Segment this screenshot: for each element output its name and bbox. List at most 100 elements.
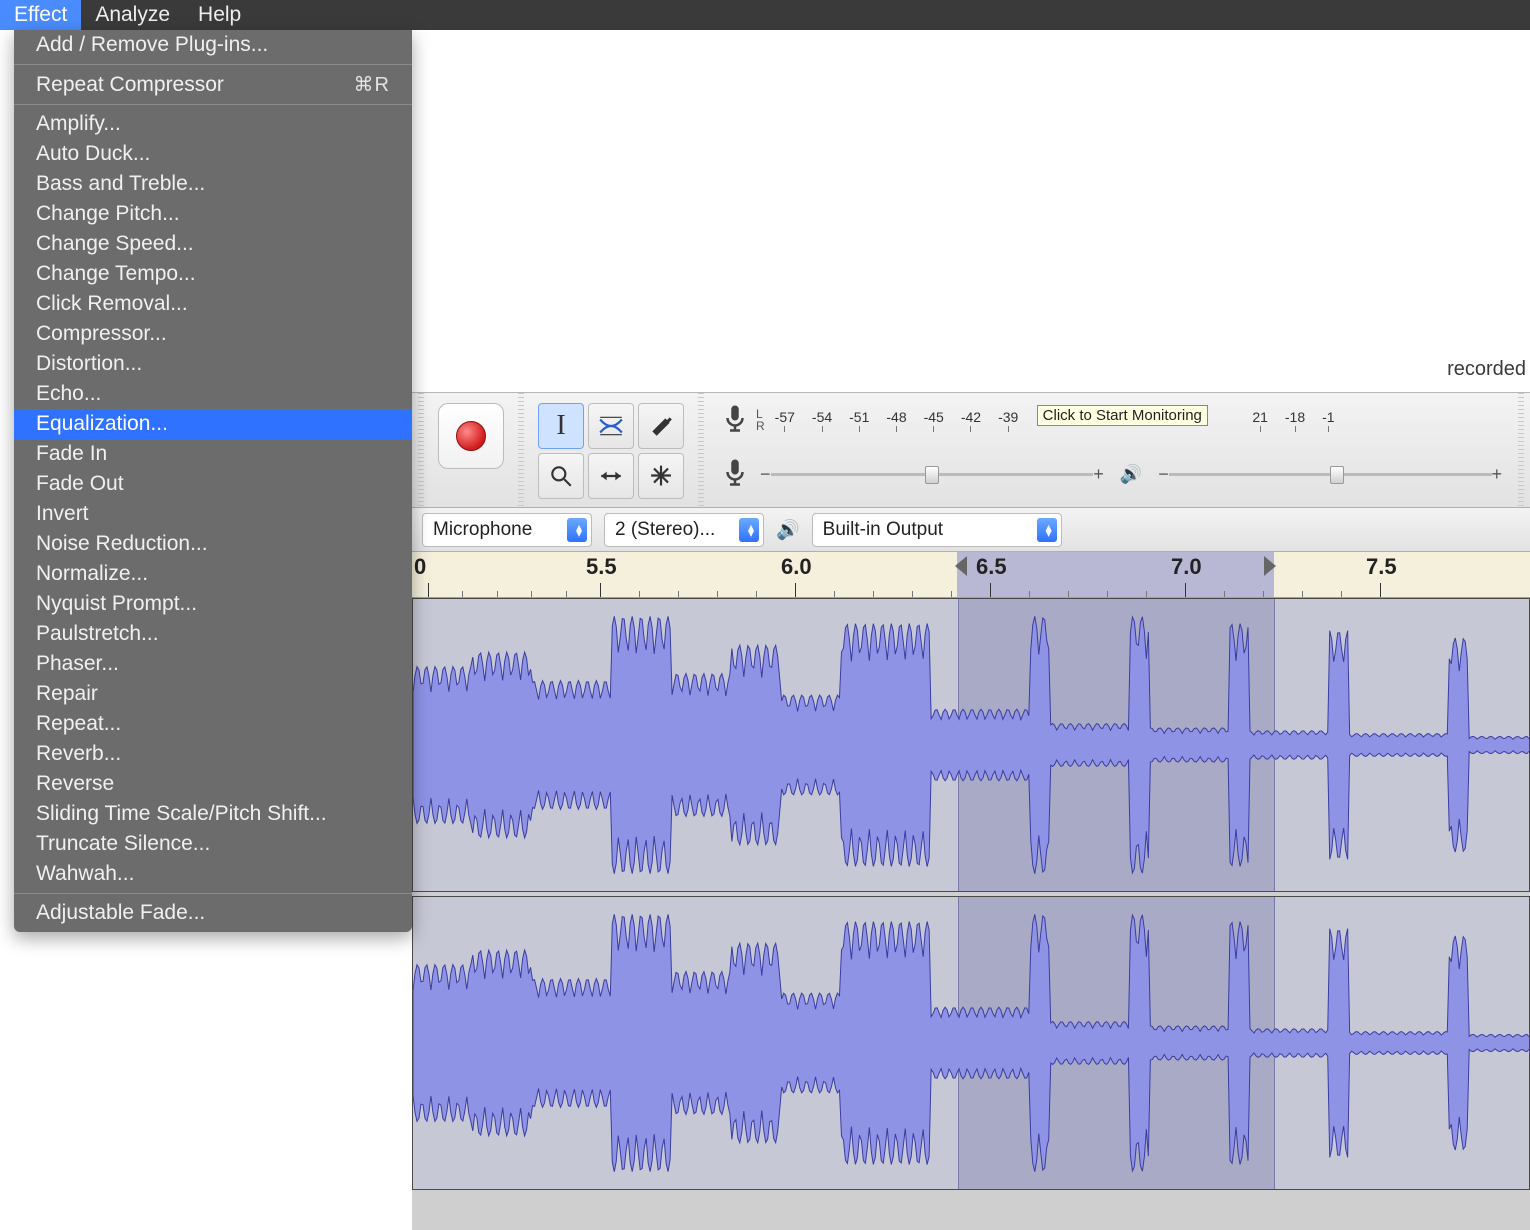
- timeshift-tool-icon: [598, 463, 624, 489]
- menu-item-repeat-last[interactable]: Repeat Compressor ⌘R: [14, 69, 412, 100]
- menu-item-compressor[interactable]: Compressor...: [14, 319, 412, 349]
- toolbar-grip[interactable]: [418, 393, 424, 507]
- waveform-channel-left[interactable]: [412, 598, 1530, 892]
- menu-item-label: Paulstretch...: [36, 622, 159, 646]
- device-toolbar: Microphone ▴▾ 2 (Stereo)... ▴▾ 🔊 Built-i…: [412, 508, 1530, 552]
- menu-help[interactable]: Help: [184, 0, 255, 30]
- menu-item-auto-duck[interactable]: Auto Duck...: [14, 139, 412, 169]
- window-title: recorded: [1416, 358, 1526, 381]
- slider-thumb[interactable]: [1330, 466, 1344, 484]
- menu-item-equalization[interactable]: Equalization...: [14, 409, 412, 439]
- recording-meter-scale[interactable]: -57-54-51-48-45-42-39Click to Start Moni…: [775, 409, 1502, 432]
- menu-item-change-pitch[interactable]: Change Pitch...: [14, 199, 412, 229]
- db-tick: -54: [812, 409, 832, 432]
- menu-item-fade-in[interactable]: Fade In: [14, 439, 412, 469]
- ruler-tick-label: 6.0: [781, 554, 812, 580]
- db-tick: -39: [998, 409, 1018, 432]
- db-tick: -57: [775, 409, 795, 432]
- menu-item-invert[interactable]: Invert: [14, 499, 412, 529]
- recording-volume-slider[interactable]: − +: [760, 460, 1104, 488]
- db-tick: -51: [849, 409, 869, 432]
- menu-item-change-tempo[interactable]: Change Tempo...: [14, 259, 412, 289]
- ruler-tick-minor: [531, 591, 532, 597]
- menu-item-noise-reduction[interactable]: Noise Reduction...: [14, 529, 412, 559]
- menu-item-label: Wahwah...: [36, 862, 134, 886]
- recording-device-combo[interactable]: Microphone ▴▾: [422, 513, 592, 547]
- plus-icon: +: [1093, 464, 1104, 485]
- db-tick: 21: [1252, 409, 1268, 432]
- ruler-tick-minor: [1029, 591, 1030, 597]
- speaker-icon: 🔊: [776, 518, 800, 542]
- menu-item-label: Amplify...: [36, 112, 121, 136]
- ruler-tick-minor: [1302, 591, 1303, 597]
- timeshift-tool-button[interactable]: [588, 453, 634, 499]
- db-tick: -48: [886, 409, 906, 432]
- recording-meter[interactable]: L R -57-54-51-48-45-42-39Click to Start …: [720, 399, 1502, 441]
- waveform-channel-right[interactable]: [412, 896, 1530, 1190]
- minus-icon: −: [1158, 464, 1169, 485]
- ruler-tick-minor: [497, 591, 498, 597]
- monitoring-tooltip-label: Click to Start Monitoring: [1043, 407, 1202, 424]
- menu-item-distortion[interactable]: Distortion...: [14, 349, 412, 379]
- selection-tool-icon: I: [556, 410, 565, 442]
- playback-meter-row: − + 🔊 − +: [720, 453, 1502, 495]
- menu-item-normalize[interactable]: Normalize...: [14, 559, 412, 589]
- menu-item-paulstretch[interactable]: Paulstretch...: [14, 619, 412, 649]
- ruler-tick: [1185, 583, 1186, 597]
- ruler-tick: [600, 583, 601, 597]
- menu-item-change-speed[interactable]: Change Speed...: [14, 229, 412, 259]
- playback-volume-slider[interactable]: − +: [1158, 460, 1502, 488]
- menu-effect[interactable]: Effect: [0, 0, 81, 30]
- menu-item-reverb[interactable]: Reverb...: [14, 739, 412, 769]
- ruler-tick-minor: [462, 591, 463, 597]
- toolbar-grip[interactable]: [698, 393, 704, 507]
- menu-item-add-remove-plugins[interactable]: Add / Remove Plug-ins...: [14, 30, 412, 60]
- menu-item-echo[interactable]: Echo...: [14, 379, 412, 409]
- envelope-tool-icon: [598, 413, 624, 439]
- ruler-tick-minor: [834, 591, 835, 597]
- selection-tool-button[interactable]: I: [538, 403, 584, 449]
- toolbar-grip[interactable]: [1518, 393, 1524, 507]
- ruler-tick-label: 7.5: [1366, 554, 1397, 580]
- menu-item-label: Distortion...: [36, 352, 142, 376]
- menu-item-adjustable-fade[interactable]: Adjustable Fade...: [14, 898, 412, 928]
- envelope-tool-button[interactable]: [588, 403, 634, 449]
- slider-thumb[interactable]: [925, 466, 939, 484]
- menu-item-fade-out[interactable]: Fade Out: [14, 469, 412, 499]
- transport-toolbar: [430, 393, 512, 479]
- menu-item-repair[interactable]: Repair: [14, 679, 412, 709]
- zoom-tool-button[interactable]: [538, 453, 584, 499]
- ruler-tick-minor: [717, 591, 718, 597]
- multi-tool-button[interactable]: ✳: [638, 453, 684, 499]
- tools-toolbar: I ✳: [530, 393, 692, 509]
- menu-item-phaser[interactable]: Phaser...: [14, 649, 412, 679]
- menu-item-wahwah[interactable]: Wahwah...: [14, 859, 412, 889]
- menu-item-label: Auto Duck...: [36, 142, 150, 166]
- plus-icon: +: [1492, 464, 1503, 485]
- ruler-tick-label: 6.5: [976, 554, 1007, 580]
- menu-analyze[interactable]: Analyze: [81, 0, 184, 30]
- ruler-tick-minor: [912, 591, 913, 597]
- menu-item-bass-and-treble[interactable]: Bass and Treble...: [14, 169, 412, 199]
- ruler-tick: [1380, 583, 1381, 597]
- ruler-tick: [428, 583, 429, 597]
- playback-device-combo[interactable]: Built-in Output ▴▾: [812, 513, 1062, 547]
- menu-item-nyquist-prompt[interactable]: Nyquist Prompt...: [14, 589, 412, 619]
- recording-channels-combo[interactable]: 2 (Stereo)... ▴▾: [604, 513, 764, 547]
- recording-device-label: Microphone: [433, 519, 532, 541]
- menu-item-sliding-time-scale-pitch-shift[interactable]: Sliding Time Scale/Pitch Shift...: [14, 799, 412, 829]
- window-title-label: recorded: [1447, 358, 1526, 380]
- menu-item-amplify[interactable]: Amplify...: [14, 109, 412, 139]
- ruler-tick-label: 7.0: [1171, 554, 1202, 580]
- draw-tool-button[interactable]: [638, 403, 684, 449]
- menu-item-reverse[interactable]: Reverse: [14, 769, 412, 799]
- menu-item-label: Compressor...: [36, 322, 167, 346]
- menu-item-repeat[interactable]: Repeat...: [14, 709, 412, 739]
- menu-item-click-removal[interactable]: Click Removal...: [14, 289, 412, 319]
- record-button[interactable]: [438, 403, 504, 469]
- timeline-ruler[interactable]: 05.56.06.57.07.5: [412, 552, 1530, 598]
- menu-item-label: Noise Reduction...: [36, 532, 208, 556]
- menu-item-truncate-silence[interactable]: Truncate Silence...: [14, 829, 412, 859]
- toolbar-grip[interactable]: [518, 393, 524, 507]
- ruler-tick-minor: [1146, 591, 1147, 597]
